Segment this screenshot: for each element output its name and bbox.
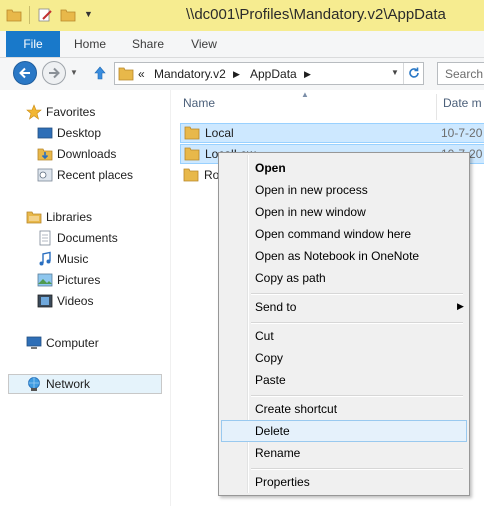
menu-item-label: Paste [255, 373, 286, 387]
menu-item-open-as-notebook[interactable]: Open as Notebook in OneNote [221, 245, 467, 267]
nav-documents-label: Documents [57, 231, 118, 245]
properties-icon[interactable] [37, 7, 53, 23]
new-folder-icon[interactable] [60, 7, 76, 23]
search-box[interactable]: Search A [437, 62, 484, 85]
menu-item-open[interactable]: Open [221, 157, 467, 179]
libraries-icon [26, 211, 42, 224]
menu-item-label: Send to [255, 300, 297, 314]
nav-videos-label: Videos [57, 294, 94, 308]
nav-music-label: Music [57, 252, 89, 266]
column-header-name[interactable]: Name [183, 96, 215, 110]
videos-icon [37, 294, 53, 308]
address-bar[interactable]: « Mandatory.v2 ▶ AppData ▶ ▼ [114, 62, 424, 85]
nav-favorites-label: Favorites [46, 105, 96, 119]
menu-item-paste[interactable]: Paste [221, 369, 467, 391]
chevron-right-icon[interactable]: ▶ [233, 69, 240, 80]
address-history-dropdown[interactable]: ▼ [385, 63, 403, 84]
menu-item-label: Copy [255, 351, 284, 365]
title-bar: ▼ \\dc001\Profiles\Mandatory.v2\AppData [0, 0, 484, 32]
refresh-button[interactable] [403, 63, 424, 84]
folder-icon [184, 126, 200, 140]
breadcrumb-overflow[interactable]: « [138, 67, 145, 81]
ribbon-tabs: File Home Share View [0, 31, 484, 58]
recent-places-icon [37, 168, 53, 182]
network-icon [28, 377, 40, 391]
navigation-pane: Favorites Desktop Downloads Recent place… [0, 90, 170, 506]
menu-item-label: Open [255, 161, 286, 175]
menu-item-label: Open in new window [255, 205, 366, 219]
menu-item-label: Open command window here [255, 227, 412, 241]
star-icon [26, 104, 42, 120]
menu-item-label: Rename [255, 446, 301, 460]
pictures-icon [37, 273, 53, 287]
file-date: 10-7-20 [441, 126, 483, 140]
tab-home[interactable]: Home [70, 31, 110, 57]
up-arrow-icon[interactable] [92, 65, 108, 81]
menu-item-label: Open as Notebook in OneNote [255, 249, 420, 263]
file-name: Local [205, 126, 234, 140]
arrow-right-icon [49, 67, 60, 79]
menu-item-label: Cut [255, 329, 274, 343]
folder-icon [184, 147, 200, 161]
music-icon [39, 251, 51, 266]
menu-separator [251, 468, 463, 470]
menu-item-delete[interactable]: Delete [221, 420, 467, 442]
downloads-icon [37, 148, 53, 161]
recent-locations-dropdown[interactable]: ▼ [70, 68, 78, 77]
submenu-arrow-icon: ▶ [457, 301, 464, 311]
documents-icon [39, 230, 51, 246]
menu-item-rename[interactable]: Rename [221, 442, 467, 464]
menu-item-create-shortcut[interactable]: Create shortcut [221, 398, 467, 420]
breadcrumb-mandatory[interactable]: Mandatory.v2 [154, 67, 226, 81]
column-header-date[interactable]: Date m [443, 96, 482, 110]
forward-button[interactable] [42, 61, 66, 85]
menu-separator [251, 293, 463, 295]
menu-item-properties[interactable]: Properties [221, 471, 467, 493]
search-placeholder: Search A [445, 67, 484, 81]
menu-item-open-command-window[interactable]: Open command window here [221, 223, 467, 245]
nav-recent-places-label: Recent places [57, 168, 134, 182]
window-title: \\dc001\Profiles\Mandatory.v2\AppData [186, 6, 446, 23]
menu-separator [251, 322, 463, 324]
desktop-icon [37, 127, 53, 139]
quick-access-separator [29, 6, 30, 24]
nav-desktop-label: Desktop [57, 126, 102, 140]
nav-libraries-label: Libraries [46, 210, 93, 224]
sort-ascending-icon: ▲ [301, 90, 309, 99]
arrow-left-icon [19, 67, 30, 79]
tab-view[interactable]: View [184, 31, 224, 57]
column-separator[interactable] [436, 94, 437, 120]
tab-file[interactable]: File [6, 31, 60, 57]
menu-item-label: Delete [255, 424, 290, 438]
customize-quick-access-dropdown[interactable]: ▼ [84, 9, 93, 19]
breadcrumb-appdata[interactable]: AppData [250, 67, 297, 81]
nav-downloads-label: Downloads [57, 147, 117, 161]
folder-icon[interactable] [6, 7, 22, 23]
refresh-icon [409, 67, 419, 78]
folder-icon [183, 168, 199, 182]
chevron-right-icon[interactable]: ▶ [304, 69, 311, 80]
menu-item-copy[interactable]: Copy [221, 347, 467, 369]
menu-separator [251, 395, 463, 397]
nav-computer-label: Computer [46, 336, 99, 350]
menu-item-send-to[interactable]: Send to ▶ [221, 296, 467, 318]
menu-item-label: Create shortcut [255, 402, 338, 416]
nav-pictures-label: Pictures [57, 273, 101, 287]
menu-item-open-in-new-process[interactable]: Open in new process [221, 179, 467, 201]
menu-item-label: Properties [255, 475, 310, 489]
menu-item-cut[interactable]: Cut [221, 325, 467, 347]
menu-item-copy-as-path[interactable]: Copy as path [221, 267, 467, 289]
computer-icon [26, 336, 42, 349]
file-row-local[interactable]: Local 10-7-20 [180, 123, 484, 143]
back-button[interactable] [13, 61, 37, 85]
navigation-bar: ▼ « Mandatory.v2 ▶ AppData ▶ ▼ Search A [0, 58, 484, 90]
folder-icon [118, 67, 134, 81]
menu-item-label: Copy as path [255, 271, 326, 285]
menu-item-open-in-new-window[interactable]: Open in new window [221, 201, 467, 223]
menu-item-label: Open in new process [255, 183, 368, 197]
nav-network-label: Network [46, 377, 91, 391]
tab-share[interactable]: Share [128, 31, 168, 57]
context-menu: Open Open in new process Open in new win… [218, 152, 470, 496]
